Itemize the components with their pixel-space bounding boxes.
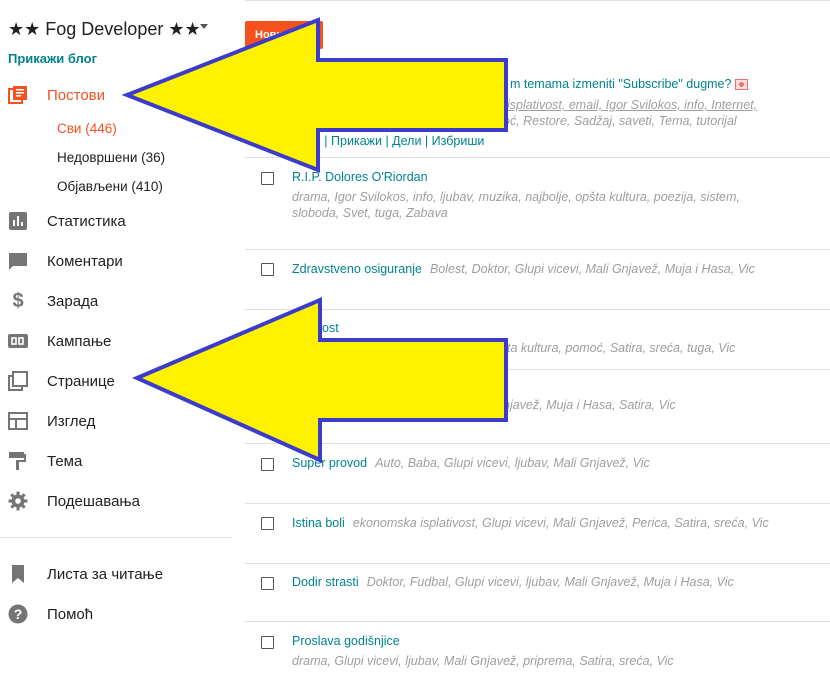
sidebar-item-comments[interactable]: Коментари [0,246,232,276]
post-title[interactable]: ost [322,321,339,335]
sidebar-subitem-drafts[interactable]: Недовршени (36) [57,150,165,165]
row-checkbox[interactable] [261,517,274,530]
row-checkbox[interactable] [261,458,274,471]
sidebar-subitem-all[interactable]: Сви (446) [57,121,117,136]
paint-roller-icon [8,451,28,471]
sidebar-item-earnings[interactable]: $ Зарада [0,286,232,316]
sidebar-subitem-published[interactable]: Објављени (410) [57,179,163,194]
sidebar-item-label: Кампање [47,332,112,350]
gear-icon [8,491,28,511]
view-blog-link[interactable]: Прикажи блог [8,51,97,66]
blog-title[interactable]: ★★ Fog Developer ★★ [8,19,201,40]
pages-icon [8,371,28,391]
draft-badge-icon [735,79,749,91]
sidebar-item-pages[interactable]: Странице [0,366,232,396]
post-labels: njavež, Muja i Hasa, Satira, Vic [503,398,676,412]
top-divider [245,0,830,1]
sidebar-item-label: Странице [47,372,115,390]
post-actions[interactable]: ени | Прикажи | Дели | Избриши [300,134,484,148]
post-title[interactable]: Super provod Auto, Baba, Glupi vicevi, lj… [292,456,650,470]
posts-icon [8,85,28,105]
sidebar: ★★ Fog Developer ★★ Прикажи блог Постови… [0,0,232,696]
sidebar-item-posts[interactable]: Постови [0,80,232,110]
sidebar-item-label: Зарада [47,292,99,310]
sidebar-item-label: Изглед [47,412,96,430]
table-row[interactable]: Zdravstveno osiguranje Bolest, Doktor, Gl… [245,250,830,310]
bar-chart-icon [8,211,28,231]
post-labels: oć, Restore, Sadžaj, saveti, Tema, tutor… [503,114,737,128]
comment-icon [8,251,28,271]
sidebar-item-label: Постови [47,86,106,104]
post-title[interactable]: Istina boli ekonomska isplativost, Glupi … [292,516,769,530]
table-row[interactable]: Proslava godišnjice drama, Glupi vicevi,… [245,622,830,696]
new-post-button[interactable]: Нови [245,21,323,49]
row-checkbox[interactable] [261,172,274,185]
help-icon: ? [8,604,28,624]
svg-text:?: ? [14,606,23,622]
table-row[interactable]: ost ta kultura, pomoć, Satira, sreća, tu… [245,310,830,370]
post-title[interactable]: m temama izmeniti "Subscribe" dugme? [510,77,749,91]
sidebar-item-reading-list[interactable]: Листа за читање [0,559,232,589]
post-title[interactable]: Zdravstveno osiguranje Bolest, Doktor, Gl… [292,262,755,276]
sidebar-item-help[interactable]: ? Помоћ [0,599,232,629]
post-labels: ekonomska isplativost, Glupi vicevi, Mal… [352,516,769,530]
post-labels: sloboda, Svet, tuga, Zabava [292,206,448,220]
table-row[interactable]: R.I.P. Dolores O'Riordan drama, Igor Svi… [245,158,830,250]
table-row[interactable]: m temama izmeniti "Subscribe" dugme? isp… [245,70,830,158]
table-row[interactable]: Istina boli ekonomska isplativost, Glupi … [245,504,830,564]
post-labels: ta kultura, pomoć, Satira, sreća, tuga, … [507,341,736,355]
ad-icon [8,331,28,351]
sidebar-item-settings[interactable]: Подешавања [0,486,232,516]
sidebar-item-label: Тема [47,452,83,470]
row-checkbox[interactable] [261,263,274,276]
sidebar-item-label: Помоћ [47,605,94,623]
row-checkbox[interactable] [261,577,274,590]
dollar-icon: $ [12,289,24,312]
table-row[interactable]: njavež, Muja i Hasa, Satira, Vic [245,370,830,444]
chevron-down-icon[interactable] [200,24,208,29]
post-labels: drama, Glupi vicevi, ljubav, Mali Gnjave… [292,654,674,668]
sidebar-divider [0,537,232,538]
row-checkbox[interactable] [261,636,274,649]
sidebar-item-stats[interactable]: Статистика [0,206,232,236]
sidebar-item-theme[interactable]: Тема [0,446,232,476]
post-title[interactable]: R.I.P. Dolores O'Riordan [292,170,428,184]
sidebar-item-layout[interactable]: Изглед [0,406,232,436]
post-labels: Auto, Baba, Glupi vicevi, ljubav, Mali G… [375,456,650,470]
table-row[interactable]: Super provod Auto, Baba, Glupi vicevi, lj… [245,444,830,504]
sidebar-item-label: Коментари [47,252,123,270]
table-row[interactable]: Dodir strasti Doktor, Fudbal, Glupi vicev… [245,564,830,622]
sidebar-item-label: Листа за читање [47,565,164,583]
layout-icon [8,411,28,431]
sidebar-item-label: Подешавања [47,492,140,510]
sidebar-item-campaigns[interactable]: Кампање [0,326,232,356]
post-labels: Bolest, Doktor, Glupi vicevi, Mali Gnjav… [429,262,755,276]
post-title[interactable]: Dodir strasti Doktor, Fudbal, Glupi vicev… [292,575,734,589]
bookmark-icon [8,564,28,584]
post-title[interactable]: Proslava godišnjice [292,634,400,648]
post-labels: Doktor, Fudbal, Glupi vicevi, ljubav, Ma… [366,575,734,589]
sidebar-item-label: Статистика [47,212,126,230]
